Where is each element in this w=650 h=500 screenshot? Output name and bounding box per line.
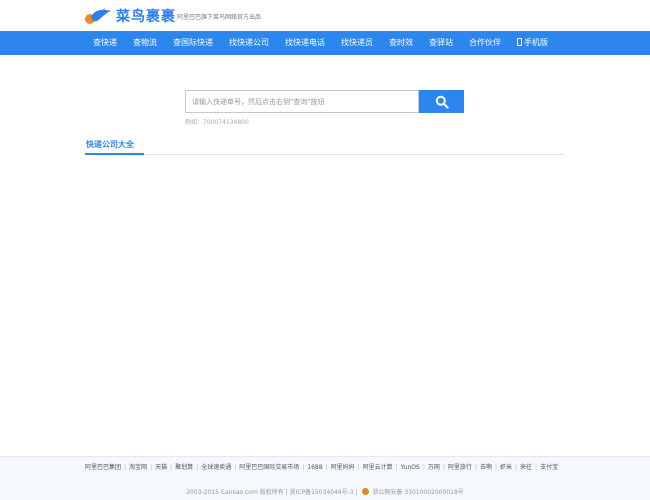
footer-link-separator: | [302,464,305,471]
footer-link[interactable]: 支付宝 [540,464,558,471]
footer-link[interactable]: 去啊 [480,464,492,471]
footer-link-separator: | [170,464,173,471]
main-nav: 查快递 查物流 查国际快递 找快递公司 找快递电话 找快递员 查时效 查驿站 合… [0,31,650,55]
tagline: 阿里巴巴旗下菜鸟网络官方出品 [177,14,262,21]
nav-item-partners[interactable]: 合作伙伴 [469,31,501,55]
police-badge-icon [361,488,369,495]
footer-link[interactable]: 阿里旅行 [448,464,472,471]
top-header: 菜鸟裹裹 阿里巴巴旗下菜鸟网络官方出品 [0,0,650,31]
footer-link-separator: | [357,464,360,471]
footer-link[interactable]: 阿里妈妈 [331,464,355,471]
bird-logo-icon [85,7,113,25]
nav-item-find-phone[interactable]: 找快递电话 [285,31,325,55]
nav-item-international[interactable]: 查国际快递 [173,31,213,55]
footer-link[interactable]: 虾米 [500,464,512,471]
footer-link[interactable]: 全球速卖通 [201,464,231,471]
nav-item-mobile-label: 手机版 [524,38,548,47]
tab-courier-directory[interactable]: 快递公司大全 [86,139,134,150]
logo[interactable]: 菜鸟裹裹 [85,6,176,26]
copyright: 2003-2015 Cainiao.com 版权所有 | 浙ICP备150340… [0,487,650,496]
footer-link[interactable]: 淘宝网 [129,464,147,471]
footer: 阿里巴巴集团 | 淘宝网 | 天猫 | 聚划算 | 全球速卖通 | 阿里巴巴国际交易市场 | 1688 |… [0,456,650,500]
nav-item-mobile[interactable]: 手机版 [517,31,548,55]
footer-link-separator: | [474,464,477,471]
nav-item-station[interactable]: 查驿站 [429,31,453,55]
search-button[interactable] [419,90,464,113]
tracking-number-input[interactable] [185,90,419,113]
footer-link[interactable]: 阿里巴巴集团 [85,464,121,471]
nav-item-delivery-time[interactable]: 查时效 [389,31,413,55]
footer-link-separator: | [234,464,237,471]
footer-link[interactable]: 天猫 [155,464,167,471]
footer-link[interactable]: 来往 [520,464,532,471]
footer-link[interactable]: 万网 [428,464,440,471]
footer-link-separator: | [395,464,398,471]
footer-link-separator: | [124,464,127,471]
example-hint: 例如：700074134800 [185,119,249,126]
footer-link-separator: | [442,464,445,471]
footer-link[interactable]: 阿里巴巴国际交易市场 [239,464,299,471]
nav-item-find-courier[interactable]: 找快递员 [341,31,373,55]
footer-link[interactable]: YunOS [401,464,420,471]
footer-link-separator: | [422,464,425,471]
footer-link-separator: | [150,464,153,471]
footer-links: 阿里巴巴集团 | 淘宝网 | 天猫 | 聚划算 | 全球速卖通 | 阿里巴巴国际交易市场 | 1688 |… [85,462,565,473]
copyright-text: 2003-2015 Cainiao.com 版权所有 | 浙ICP备150340… [186,489,358,496]
search-icon [419,95,464,109]
nav-item-track-package[interactable]: 查快递 [93,31,117,55]
nav-item-track-logistics[interactable]: 查物流 [133,31,157,55]
mobile-phone-icon [517,38,522,46]
footer-link[interactable]: 1688 [307,464,322,471]
police-record-text: 浙公网安备 33010002000018号 [372,489,464,496]
logo-text: 菜鸟裹裹 [116,9,176,25]
nav-item-find-company[interactable]: 找快递公司 [229,31,269,55]
footer-link-separator: | [494,464,497,471]
footer-link-separator: | [535,464,538,471]
active-tab-indicator [85,153,144,155]
tab-divider [85,154,564,155]
footer-link[interactable]: 聚划算 [175,464,193,471]
footer-link-separator: | [196,464,199,471]
footer-link-separator: | [325,464,328,471]
footer-link[interactable]: 阿里云计算 [363,464,393,471]
footer-link-separator: | [515,464,518,471]
